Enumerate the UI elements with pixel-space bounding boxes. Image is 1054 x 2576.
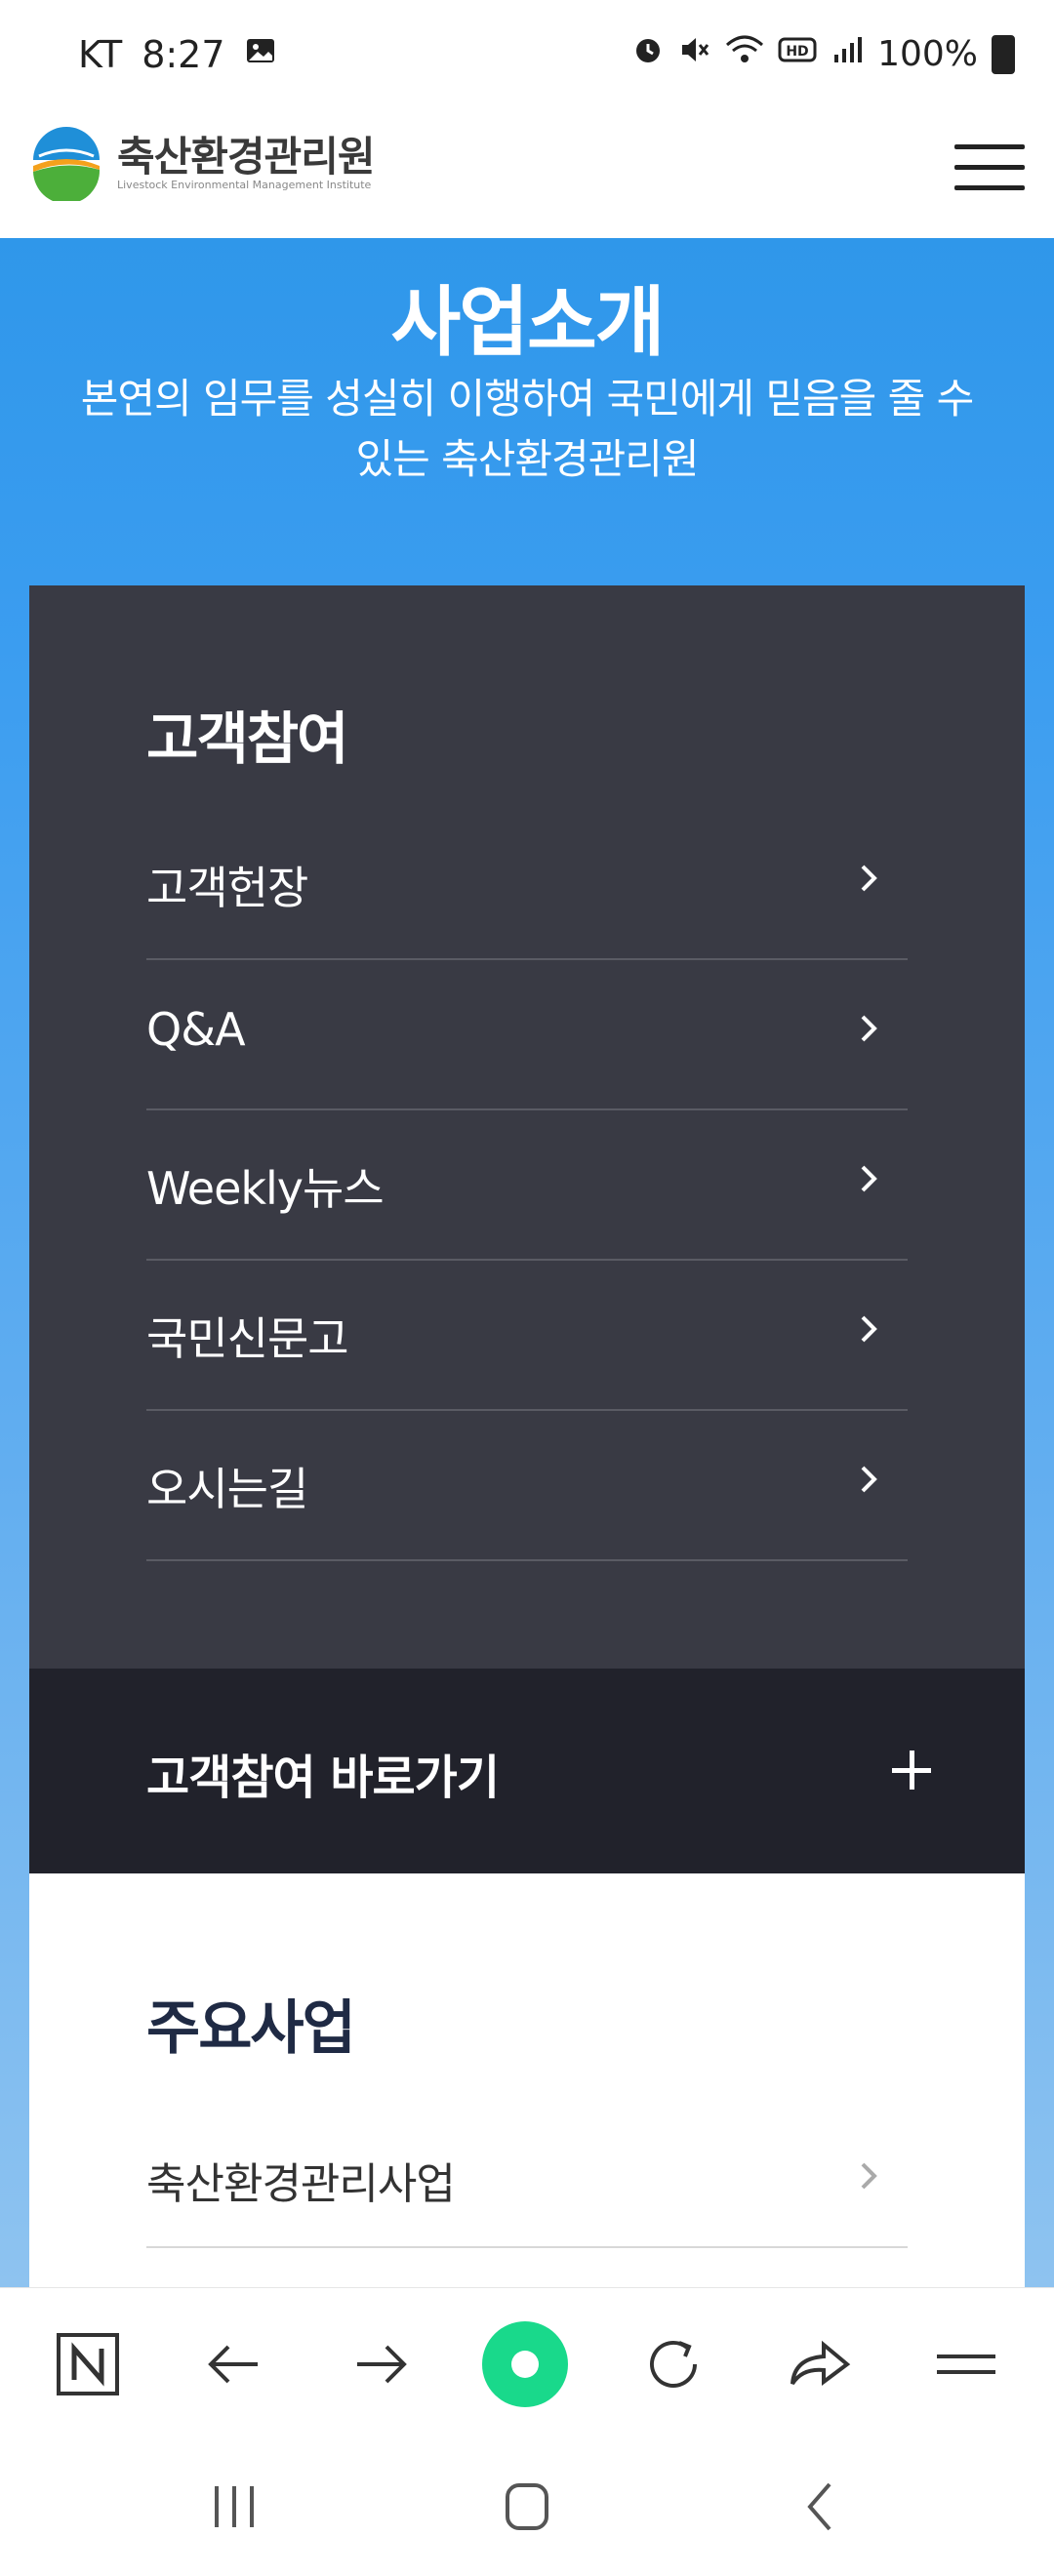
- reload-button[interactable]: [634, 2325, 712, 2403]
- menu-item-label: 오시는길: [146, 1463, 308, 1515]
- menu-item-label: 고객헌장: [146, 862, 308, 914]
- svg-text:HD: HD: [786, 44, 808, 60]
- chevron-right-icon: [861, 865, 877, 892]
- hd-icon: HD: [778, 33, 817, 75]
- panel-menu-list: 고객헌장 Q&A Weekly뉴스 국민신문고 오시는길: [146, 810, 908, 1561]
- chevron-right-icon: [861, 1015, 877, 1042]
- status-left: KT 8:27: [78, 33, 276, 76]
- signal-icon: [831, 33, 864, 75]
- green-dot-icon: [482, 2321, 568, 2407]
- menu-item-qna[interactable]: Q&A: [146, 960, 908, 1110]
- menu-item-label: 축산환경관리사업: [146, 2159, 456, 2209]
- system-nav-bar: [0, 2434, 1054, 2576]
- home-button[interactable]: [488, 2473, 566, 2541]
- status-bar: KT 8:27 HD 100%: [0, 0, 1054, 117]
- shortcut-label: 고객참여 바로가기: [146, 1751, 500, 1805]
- menu-item-label: Q&A: [146, 1003, 246, 1056]
- menu-item-weekly-news[interactable]: Weekly뉴스: [146, 1110, 908, 1261]
- customer-participation-panel: 고객참여 고객헌장 Q&A Weekly뉴스 국민신문고 오시는길 고객참여 바…: [29, 585, 1025, 1873]
- image-icon: [245, 35, 276, 75]
- logo-mark-icon: [31, 127, 101, 201]
- back-icon: [807, 2482, 831, 2531]
- chevron-right-icon: [861, 2162, 877, 2190]
- forward-button[interactable]: [342, 2325, 420, 2403]
- battery-icon: [992, 34, 1015, 74]
- home-icon: [506, 2483, 548, 2530]
- shortcut-toggle[interactable]: 고객참여 바로가기: [29, 1669, 1025, 1873]
- status-right: HD 100%: [631, 33, 1015, 75]
- hamburger-icon: [954, 144, 1025, 149]
- page-subtitle: 본연의 임무를 성실히 이행하여 국민에게 믿음을 줄 수 있는 축산환경관리원: [80, 375, 975, 483]
- site-header: 축산환경관리원 Livestock Environmental Manageme…: [0, 117, 1054, 239]
- menu-item-customer-charter[interactable]: 고객헌장: [146, 810, 908, 960]
- logo-title: 축산환경관리원: [117, 133, 375, 181]
- system-back-button[interactable]: [781, 2473, 859, 2541]
- section-title: 주요사업: [146, 1994, 356, 2063]
- forward-arrow-icon: [357, 2345, 407, 2384]
- main-business-section: 주요사업 축산환경관리사업: [29, 1873, 1025, 2293]
- menu-item-directions[interactable]: 오시는길: [146, 1411, 908, 1561]
- hamburger-menu-button[interactable]: [954, 139, 1025, 197]
- back-button[interactable]: [195, 2325, 273, 2403]
- alarm-icon: [631, 33, 665, 75]
- menu-item-label: Weekly뉴스: [146, 1162, 385, 1215]
- menu-item-livestock-env-business[interactable]: 축산환경관리사업: [146, 2108, 908, 2248]
- back-arrow-icon: [208, 2345, 258, 2384]
- logo-subtitle: Livestock Environmental Management Insti…: [117, 179, 372, 191]
- recent-apps-icon: [215, 2486, 254, 2527]
- recent-apps-button[interactable]: [195, 2473, 273, 2541]
- hamburger-line: [954, 185, 1025, 190]
- green-dot-button[interactable]: [478, 2317, 572, 2411]
- menu-item-label: 국민신문고: [146, 1312, 349, 1365]
- share-icon: [790, 2340, 851, 2386]
- chevron-right-icon: [861, 1466, 877, 1493]
- mute-icon: [678, 33, 711, 75]
- page-title: 사업소개: [390, 279, 665, 367]
- wifi-icon: [725, 33, 764, 75]
- naver-home-button[interactable]: [49, 2325, 127, 2403]
- site-logo[interactable]: 축산환경관리원 Livestock Environmental Manageme…: [29, 127, 375, 201]
- reload-icon: [650, 2340, 697, 2388]
- battery-level: 100%: [877, 34, 978, 74]
- plus-icon: [892, 1751, 931, 1790]
- clock: 8:27: [142, 33, 225, 76]
- panel-title: 고객참여: [146, 705, 348, 772]
- menu-icon: [937, 2355, 995, 2374]
- chevron-right-icon: [861, 1165, 877, 1192]
- naver-icon: [57, 2333, 119, 2395]
- carrier-label: KT: [78, 33, 123, 76]
- menu-item-citizen-petition[interactable]: 국민신문고: [146, 1261, 908, 1411]
- share-button[interactable]: [781, 2325, 859, 2403]
- hamburger-line: [954, 165, 1025, 170]
- menu-button[interactable]: [927, 2325, 1005, 2403]
- chevron-right-icon: [861, 1315, 877, 1343]
- browser-toolbar: [0, 2287, 1054, 2435]
